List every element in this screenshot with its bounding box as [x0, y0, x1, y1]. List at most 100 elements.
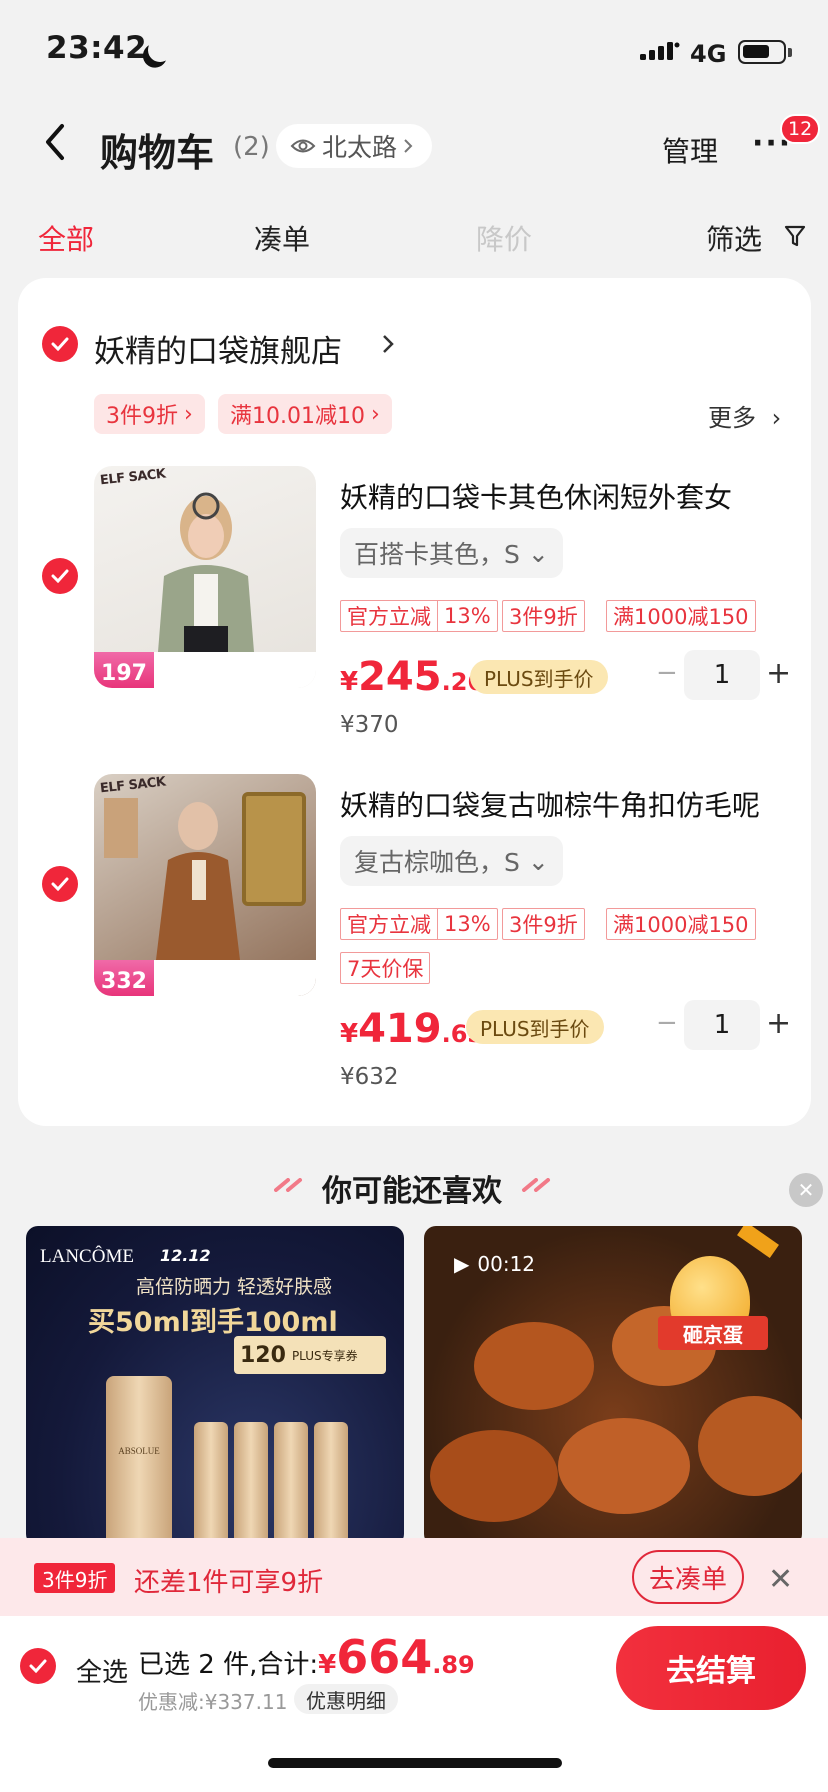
close-icon[interactable]: ✕	[768, 1562, 793, 1597]
quantity-field[interactable]: 1	[684, 1000, 760, 1050]
status-time: 23:42	[46, 30, 148, 66]
price-currency: ¥	[340, 1019, 359, 1049]
product-title[interactable]: 妖精的口袋卡其色休闲短外套女	[340, 476, 790, 516]
tab-all[interactable]: 全部	[38, 218, 94, 258]
chevron-right-icon: ›	[184, 401, 193, 427]
close-recommend-icon[interactable]: ✕	[789, 1173, 823, 1207]
store-checkbox[interactable]	[42, 326, 78, 362]
promo-label: 3件9折	[106, 404, 178, 429]
offer-head: 满1000减150	[613, 913, 749, 937]
spec-selector[interactable]: 复古棕咖色，S ⌄	[340, 836, 563, 886]
increase-button[interactable]: +	[766, 1006, 791, 1041]
selected-text: 已选 2 件,合计:	[138, 1650, 319, 1680]
product-image[interactable]: ELF SACK 332	[94, 774, 316, 996]
store-name[interactable]: 妖精的口袋旗舰店	[94, 326, 342, 371]
total-dec: .89	[432, 1651, 475, 1679]
recommend-item-lancome[interactable]: LANCÔME 12.12 高倍防晒力 轻透好肤感 买50ml到手100ml 1…	[26, 1226, 404, 1546]
brand-logo: LANCÔME	[40, 1246, 134, 1267]
chevron-right-icon	[404, 139, 413, 153]
plus-price-tag: PLUS到手价	[470, 660, 608, 694]
decor-stroke-icon	[274, 1178, 302, 1192]
filter-button[interactable]: 筛选	[706, 218, 762, 258]
event-label: 12.12	[160, 1246, 211, 1265]
spec-selector[interactable]: 百搭卡其色，S ⌄	[340, 528, 563, 578]
page-title: 购物车	[100, 131, 215, 175]
egg-label: 砸京蛋	[658, 1316, 768, 1350]
decrease-button[interactable]: −	[656, 1008, 678, 1038]
promo-tag-discount[interactable]: 3件9折 ›	[94, 394, 205, 434]
price-currency: ¥	[340, 667, 359, 697]
chevron-right-icon: ›	[771, 404, 782, 432]
home-indicator	[268, 1758, 562, 1768]
bundle-text: 还差1件可享9折	[134, 1568, 324, 1598]
offer-head: 满1000减150	[613, 605, 749, 629]
spec-label: 百搭卡其色，S	[354, 540, 520, 569]
offer-tag: 官方立减 13%	[340, 600, 498, 632]
tab-bundle[interactable]: 凑单	[254, 218, 310, 258]
play-icon: ▶	[454, 1252, 470, 1276]
total-int: 664	[336, 1630, 433, 1684]
moon-icon	[144, 34, 176, 66]
bottle-label: ABSOLUE	[118, 1446, 160, 1456]
discount-text: 优惠减:¥337.11	[138, 1690, 288, 1714]
manage-button[interactable]: 管理	[662, 130, 718, 170]
price-protect-tag: 7天价保	[340, 952, 431, 984]
product-title[interactable]: 妖精的口袋复古咖棕牛角扣仿毛呢	[340, 784, 790, 824]
product-checkbox[interactable]	[42, 866, 78, 902]
check-icon	[29, 1659, 47, 1673]
discount-detail-button[interactable]: 优惠明细	[294, 1684, 398, 1714]
mini-bottle	[194, 1422, 228, 1546]
product-image[interactable]: ELF SACK 197	[94, 466, 316, 688]
offer-tail: 13%	[444, 912, 491, 936]
offer-tag: 3件9折	[502, 908, 585, 940]
coupon-badge: 120 PLUS专享券	[234, 1336, 386, 1374]
eye-icon	[290, 139, 316, 153]
product-checkbox[interactable]	[42, 558, 78, 594]
quantity-field[interactable]: 1	[684, 650, 760, 700]
total-currency: ¥	[318, 1650, 337, 1680]
signal-icon	[640, 42, 680, 60]
checkout-button[interactable]: 去结算	[616, 1626, 806, 1710]
offer-head: 3件9折	[509, 605, 578, 629]
tab-price-drop[interactable]: 降价	[476, 218, 532, 258]
offer-tail: 13%	[444, 604, 491, 628]
recommend-item-video[interactable]: ▶ 00:12 砸京蛋	[424, 1226, 802, 1546]
promo-label: 满10.01减10	[230, 404, 365, 429]
back-arrow-icon[interactable]	[40, 122, 74, 162]
store-more-link[interactable]: 更多 ›	[708, 398, 781, 433]
chevron-right-icon[interactable]	[380, 330, 396, 358]
network-label: 4G	[690, 40, 727, 68]
select-all-label[interactable]: 全选	[76, 1652, 128, 1689]
recommend-title: 你可能还喜欢	[322, 1174, 502, 1209]
chevron-down-icon: ⌄	[527, 538, 549, 568]
ad-headline: 高倍防晒力 轻透好肤感	[136, 1276, 333, 1298]
decor-stroke-icon	[522, 1178, 550, 1192]
filter-icon[interactable]	[784, 224, 806, 248]
mini-bottle	[314, 1422, 348, 1546]
offer-head: 3件9折	[509, 913, 578, 937]
video-duration: ▶ 00:12	[454, 1252, 535, 1276]
product-price: ¥ 245 .26	[340, 654, 484, 700]
battery-icon	[738, 40, 786, 64]
location-label: 北太路	[322, 133, 398, 162]
offer-tag: 满1000减150	[606, 600, 756, 632]
select-all-checkbox[interactable]	[20, 1648, 56, 1684]
thumb-price-badge: 332	[94, 960, 154, 996]
decrease-button[interactable]: −	[656, 658, 678, 688]
coupon-label: PLUS专享券	[291, 1348, 358, 1363]
chevron-down-icon: ⌄	[527, 846, 549, 876]
coupon-value: 120	[240, 1342, 286, 1368]
total-summary: 已选 2 件,合计: ¥ 664 .89	[138, 1630, 475, 1684]
offer-head: 官方立减	[347, 601, 438, 631]
chevron-right-icon: ›	[370, 401, 380, 427]
plus-price-tag: PLUS到手价	[466, 1010, 604, 1044]
location-selector[interactable]: 北太路	[276, 124, 432, 168]
spec-label: 复古棕咖色，S	[354, 848, 520, 877]
increase-button[interactable]: +	[766, 656, 791, 691]
battery-tip	[788, 48, 792, 57]
price-int: 245	[358, 654, 442, 700]
cart-count: (2)	[233, 132, 270, 162]
promo-tag-coupon[interactable]: 满10.01减10 ›	[218, 394, 392, 434]
mini-bottle	[234, 1422, 268, 1546]
bundle-button[interactable]: 去凑单	[632, 1550, 744, 1604]
